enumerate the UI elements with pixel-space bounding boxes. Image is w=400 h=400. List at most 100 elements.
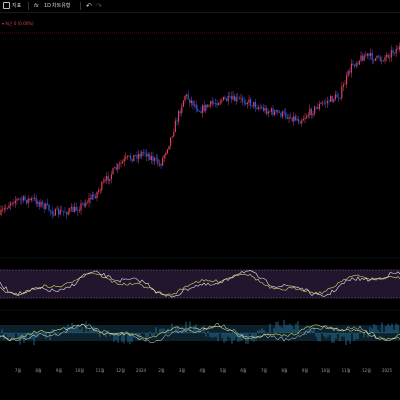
candle-body [203,105,205,111]
candle-body [389,57,391,58]
candle-body [229,96,231,97]
candle-body [219,101,221,104]
candle-body [301,120,303,124]
candle-body [202,105,204,114]
candle-body [378,55,380,57]
candle-body [387,54,389,58]
candle-body [115,167,117,170]
candle-body [35,197,37,204]
candle-body [262,107,264,111]
candle-body [342,84,344,87]
candle-body [125,156,127,159]
candle-body [163,155,165,158]
candle-body [250,99,252,106]
candle-body [178,111,180,122]
candle-body [138,154,140,159]
candle-body [309,108,311,115]
x-axis-label: 2025 [381,368,393,373]
candle-body [168,145,170,150]
candle-body [258,107,260,109]
candle-body [341,86,343,99]
candle-body [264,108,266,111]
candle-body [22,196,24,201]
candle-body [248,99,250,103]
candle-body [90,197,92,200]
candle-body [336,94,338,98]
candle-body [112,168,114,175]
candle-body [53,214,55,216]
candle-body [54,209,56,216]
candle-body [158,164,160,165]
candle-body [66,212,68,215]
candle-body [14,200,16,204]
x-axis-label: 2024 [135,368,147,373]
candle-body [232,96,234,100]
candle-body [64,211,66,213]
candle-body [270,108,272,112]
candle-body [362,55,364,61]
x-axis-label: 5월 [219,368,227,373]
candle-body [272,108,274,115]
candle-body [346,75,348,85]
x-axis-label: 8월 [35,368,42,373]
candle-body [397,48,399,50]
candle-body [195,104,197,110]
x-axis-label: 2월 [158,368,165,373]
candle-body [363,55,365,61]
candle-body [227,96,229,102]
x-axis-label: 9월 [55,368,63,373]
candle-body [78,210,80,211]
candle-body [173,132,175,137]
candle-body [45,203,47,210]
candle-body [376,55,378,59]
candle-body [381,60,383,62]
candle-body [349,71,351,73]
price-chart[interactable] [0,0,400,400]
candle-body [106,176,108,180]
candle-body [293,116,295,122]
candle-body [93,194,95,196]
x-axis-label: 7월 [260,368,268,373]
candle-body [107,176,109,181]
candle-body [110,174,112,179]
candle-body [94,195,96,199]
candle-body [384,57,386,61]
candle-body [330,96,332,102]
candle-body [18,198,20,200]
candle-body [2,209,4,211]
x-axis-label: 9월 [301,368,309,373]
candle-body [86,202,88,204]
candle-body [29,198,31,201]
candle-body [317,107,319,109]
candle-body [350,63,352,73]
candle-body [344,84,346,85]
candle-body [256,107,258,109]
candle-body [114,167,116,169]
candle-body [24,196,26,201]
candle-body [294,116,296,121]
candle-body [189,99,191,104]
candle-body [67,211,69,215]
candle-body [269,111,271,113]
candle-body [368,53,370,56]
candle-body [322,102,324,104]
candle-body [214,103,216,104]
x-axis-label: 8월 [281,368,288,373]
candle-body [152,156,154,161]
candle-body [187,94,189,100]
candle-body [70,206,72,209]
candle-body [261,107,263,109]
candle-body [347,71,349,76]
candle-body [59,210,61,215]
candle-body [354,65,356,67]
candle-body [0,209,2,215]
candle-body [77,210,79,212]
candle-body [42,201,44,204]
candle-body [69,208,71,212]
candle-body [352,63,354,66]
candle-body [104,179,106,182]
x-axis-label: 10월 [321,368,330,373]
candle-body [56,208,58,210]
candle-body [6,208,8,209]
candle-body [373,60,375,62]
